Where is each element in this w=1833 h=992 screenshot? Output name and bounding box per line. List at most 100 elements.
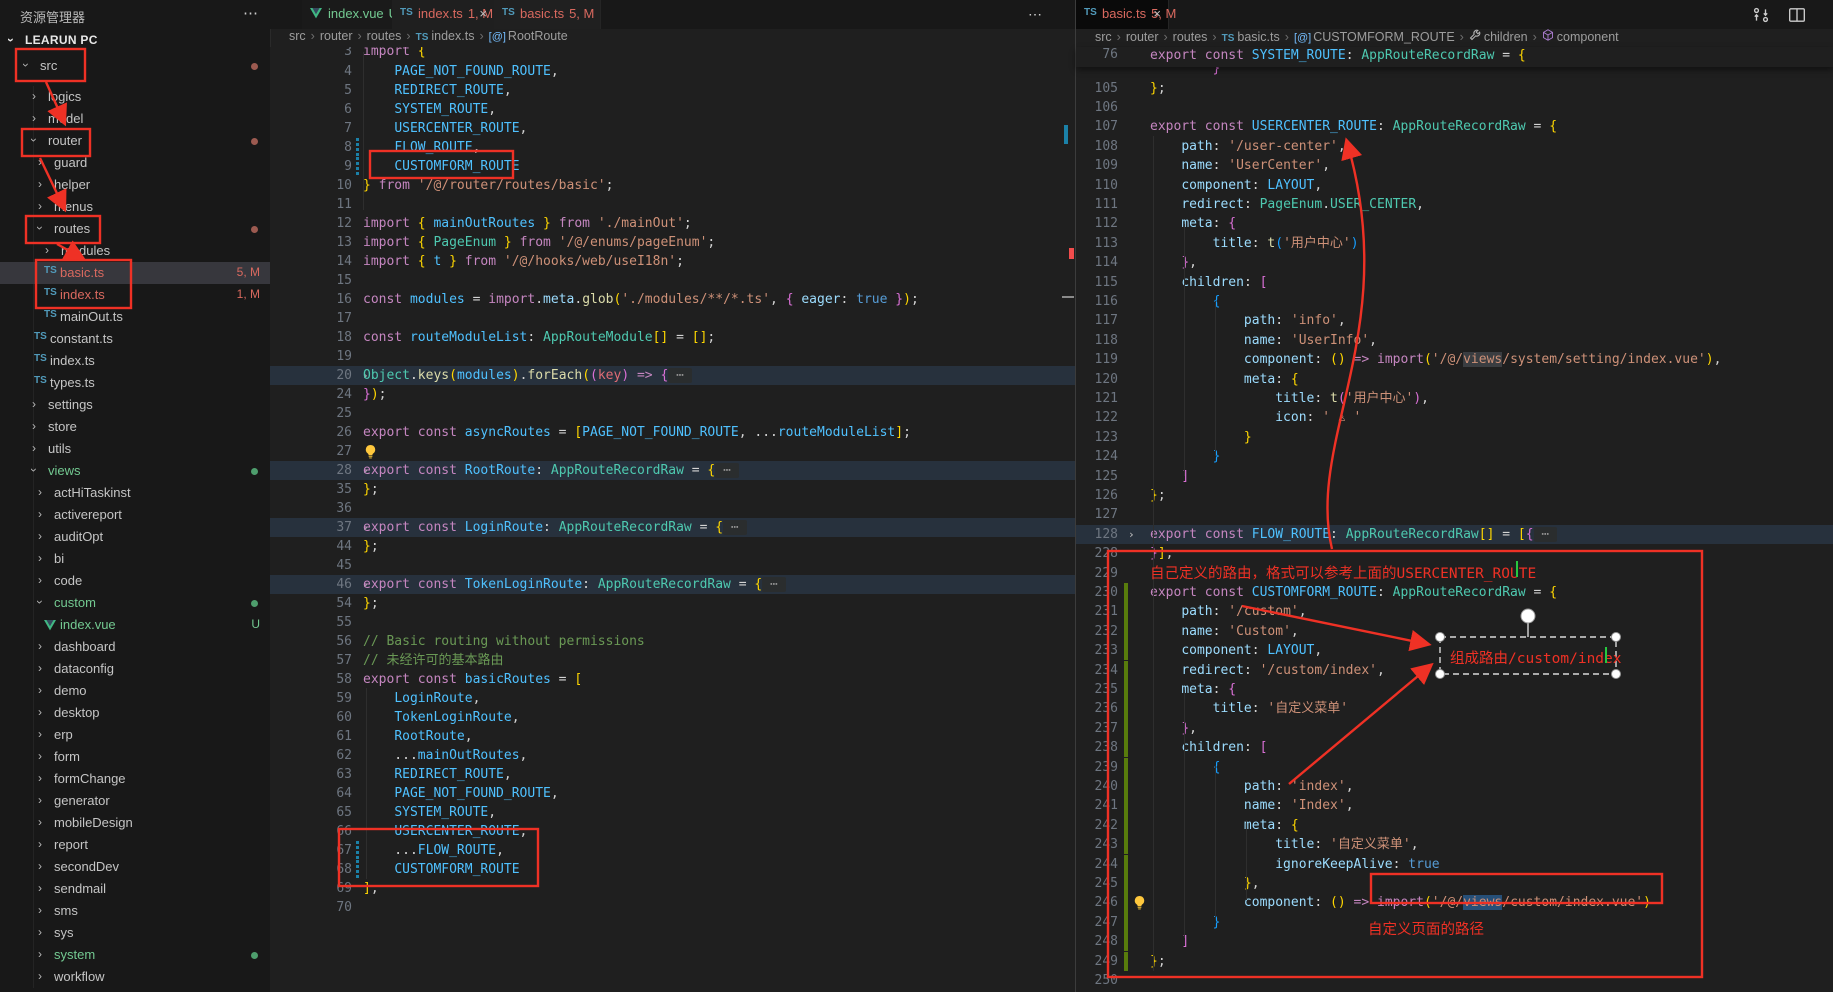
code-line-243[interactable]: 243 title: '自定义菜单',: [1076, 835, 1833, 854]
breadcrumb-item-routes[interactable]: routes: [1173, 30, 1208, 44]
code-line-241[interactable]: 241 name: 'Index',: [1076, 796, 1833, 815]
tree-row-desktop[interactable]: ›desktop: [0, 702, 270, 724]
tree-row-actHiTaskinst[interactable]: ›actHiTaskinst: [0, 482, 270, 504]
close-icon[interactable]: ×: [1153, 6, 1161, 21]
code-line-113[interactable]: 113 title: t('用户中心'): [1076, 234, 1833, 253]
breadcrumb-right[interactable]: src›router›routes›TSbasic.ts›[@]CUSTOMFO…: [1094, 29, 1620, 47]
tree-row-router[interactable]: ›router: [0, 130, 270, 152]
code-line-3[interactable]: 3import {: [270, 47, 1075, 61]
code-line-15[interactable]: 15: [270, 271, 1075, 290]
code-line-6[interactable]: 6 SYSTEM_ROUTE,: [270, 100, 1075, 119]
code-line-238[interactable]: 238 children: [: [1076, 738, 1833, 757]
tree-row-custom[interactable]: ›custom: [0, 592, 270, 614]
breadcrumb-item-router[interactable]: router: [1126, 30, 1159, 44]
tree-row-sendmail[interactable]: ›sendmail: [0, 878, 270, 900]
code-line-123[interactable]: 123 }: [1076, 428, 1833, 447]
lightbulb-icon[interactable]: [363, 444, 378, 465]
code-line-45[interactable]: 45: [270, 556, 1075, 575]
code-line-18[interactable]: 18const routeModuleList: AppRouteModule[…: [270, 328, 1075, 347]
tree-row-index.ts[interactable]: TSindex.ts: [0, 350, 270, 372]
tree-row-formChange[interactable]: ›formChange: [0, 768, 270, 790]
editor-mid[interactable]: 4 PAGE_NOT_FOUND_ROUTE,5 REDIRECT_ROUTE,…: [270, 47, 1075, 992]
code-line-67[interactable]: 67 ...FLOW_ROUTE,: [270, 841, 1075, 860]
code-line-46[interactable]: 46›export const TokenLoginRoute: AppRout…: [270, 575, 1075, 594]
breadcrumb-item-src[interactable]: src: [1095, 30, 1112, 44]
code-line-114[interactable]: 114 },: [1076, 253, 1833, 272]
tree-row-bi[interactable]: ›bi: [0, 548, 270, 570]
tree-row-index.ts[interactable]: TSindex.ts1, M: [0, 284, 270, 306]
code-line-9[interactable]: 9 CUSTOMFORM_ROUTE: [270, 157, 1075, 176]
code-line-17[interactable]: 17: [270, 309, 1075, 328]
tree-row-types.ts[interactable]: TStypes.ts: [0, 372, 270, 394]
code-line-36[interactable]: 36: [270, 499, 1075, 518]
tab-index.vue[interactable]: index.vueU: [302, 0, 393, 29]
code-line-14[interactable]: 14import { t } from '/@/hooks/web/useI18…: [270, 252, 1075, 271]
code-line-105[interactable]: 105};: [1076, 79, 1833, 98]
code-line-4[interactable]: 4 PAGE_NOT_FOUND_ROUTE,: [270, 62, 1075, 81]
lightbulb-icon[interactable]: [1132, 895, 1147, 916]
tree-row-src[interactable]: ›src: [0, 55, 270, 77]
code-line-58[interactable]: 58export const basicRoutes = [: [270, 670, 1075, 689]
tree-row-mobileDesign[interactable]: ›mobileDesign: [0, 812, 270, 834]
tree-row-dashboard[interactable]: ›dashboard: [0, 636, 270, 658]
code-line-66[interactable]: 66 USERCENTER_ROUTE,: [270, 822, 1075, 841]
code-line-118[interactable]: 118 name: 'UserInfo',: [1076, 331, 1833, 350]
split-editor-icon[interactable]: [1788, 6, 1806, 29]
code-line-11[interactable]: 11: [270, 195, 1075, 214]
code-line-65[interactable]: 65 SYSTEM_ROUTE,: [270, 803, 1075, 822]
code-line-245[interactable]: 245 },: [1076, 874, 1833, 893]
code-line-106[interactable]: 106: [1076, 98, 1833, 117]
code-line-231[interactable]: 231 path: '/custom',: [1076, 602, 1833, 621]
code-line-64[interactable]: 64 PAGE_NOT_FOUND_ROUTE,: [270, 784, 1075, 803]
code-line-119[interactable]: 119 component: () => import('/@/views/sy…: [1076, 350, 1833, 369]
breadcrumb-item-children[interactable]: children: [1469, 30, 1528, 44]
code-line-249[interactable]: 249};: [1076, 952, 1833, 971]
tree-row-workflow[interactable]: ›workflow: [0, 966, 270, 988]
breadcrumb-item-component[interactable]: component: [1542, 30, 1619, 44]
code-line-126[interactable]: 126};: [1076, 486, 1833, 505]
code-line-116[interactable]: 116 {: [1076, 292, 1833, 311]
code-line-57[interactable]: 57// 未经许可的基本路由: [270, 651, 1075, 670]
tree-row-settings[interactable]: ›settings: [0, 394, 270, 416]
code-line-128[interactable]: 128›export const FLOW_ROUTE: AppRouteRec…: [1076, 525, 1833, 544]
code-line-124[interactable]: 124 }: [1076, 447, 1833, 466]
tree-row-sys[interactable]: ›sys: [0, 922, 270, 944]
code-line-54[interactable]: 54};: [270, 594, 1075, 613]
code-line-44[interactable]: 44};: [270, 537, 1075, 556]
code-line-12[interactable]: 12import { mainOutRoutes } from './mainO…: [270, 214, 1075, 233]
tree-row-logics[interactable]: ›logics: [0, 86, 270, 108]
tree-row-auditOpt[interactable]: ›auditOpt: [0, 526, 270, 548]
code-line-115[interactable]: 115 children: [: [1076, 273, 1833, 292]
code-line-24[interactable]: 24});: [270, 385, 1075, 404]
tree-row-code[interactable]: ›code: [0, 570, 270, 592]
explorer-more-icon[interactable]: ⋯: [243, 4, 258, 22]
tree-row-constant.ts[interactable]: TSconstant.ts: [0, 328, 270, 350]
code-line-19[interactable]: 19: [270, 347, 1075, 366]
code-line-236[interactable]: 236 title: '自定义菜单': [1076, 699, 1833, 718]
code-line-107[interactable]: 107export const USERCENTER_ROUTE: AppRou…: [1076, 117, 1833, 136]
code-line-5[interactable]: 5 REDIRECT_ROUTE,: [270, 81, 1075, 100]
code-line-240[interactable]: 240 path: 'index',: [1076, 777, 1833, 796]
sticky-scroll-line[interactable]: 76export const SYSTEM_ROUTE: AppRouteRec…: [1076, 47, 1833, 67]
code-line-239[interactable]: 239 {: [1076, 758, 1833, 777]
tree-row-utils[interactable]: ›utils: [0, 438, 270, 460]
code-line-16[interactable]: 16const modules = import.meta.glob('./mo…: [270, 290, 1075, 309]
code-line-228[interactable]: 228}];: [1076, 544, 1833, 563]
code-line-244[interactable]: 244 ignoreKeepAlive: true: [1076, 855, 1833, 874]
tab-basic.ts[interactable]: TSbasic.ts5, M×: [1076, 0, 1169, 29]
breadcrumb-item-CUSTOMFORM_ROUTE[interactable]: [@]CUSTOMFORM_ROUTE: [1294, 30, 1455, 44]
code-line-61[interactable]: 61 RootRoute,: [270, 727, 1075, 746]
code-line-235[interactable]: 235 meta: {: [1076, 680, 1833, 699]
code-line-55[interactable]: 55: [270, 613, 1075, 632]
open-changes-icon[interactable]: [1752, 6, 1770, 29]
code-line-63[interactable]: 63 REDIRECT_ROUTE,: [270, 765, 1075, 784]
code-line-25[interactable]: 25: [270, 404, 1075, 423]
code-line-8[interactable]: 8 FLOW_ROUTE,: [270, 138, 1075, 157]
code-line-37[interactable]: 37›export const LoginRoute: AppRouteReco…: [270, 518, 1075, 537]
tree-row-system[interactable]: ›system: [0, 944, 270, 966]
close-icon[interactable]: ×: [479, 6, 487, 21]
code-line-62[interactable]: 62 ...mainOutRoutes,: [270, 746, 1075, 765]
code-line-110[interactable]: 110 component: LAYOUT,: [1076, 176, 1833, 195]
code-line-68[interactable]: 68 CUSTOMFORM_ROUTE: [270, 860, 1075, 879]
tree-row-menus[interactable]: ›menus: [0, 196, 270, 218]
